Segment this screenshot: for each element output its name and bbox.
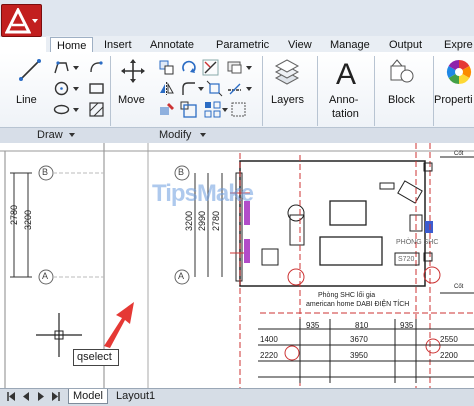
fillet-icon[interactable]	[180, 80, 197, 97]
dim-label-left: 2780	[9, 204, 20, 226]
trim-icon[interactable]	[202, 59, 219, 76]
chevron-down-icon[interactable]	[246, 66, 252, 70]
dim-value: 935	[400, 321, 414, 330]
tab-express[interactable]: Expre	[444, 37, 473, 53]
panel-separator	[262, 56, 263, 126]
array-icon[interactable]	[204, 101, 221, 118]
next-layout-icon[interactable]	[36, 391, 46, 402]
grid-bubble-label: B	[178, 167, 185, 177]
tab-view[interactable]: View	[288, 37, 312, 53]
watermark-text: TipsMake	[152, 180, 254, 207]
room-area-tag: S720	[398, 256, 415, 263]
join-icon[interactable]	[230, 101, 247, 118]
tab-parametric[interactable]: Parametric	[216, 37, 269, 53]
chevron-down-icon[interactable]	[73, 87, 79, 91]
mirror-icon[interactable]	[158, 80, 175, 97]
room-note: american home DABI ĐIỆN TÍCH	[306, 301, 410, 308]
circle-icon[interactable]	[53, 80, 70, 97]
dim-value: 2200	[440, 351, 458, 360]
annotation-text-icon[interactable]: A	[333, 58, 359, 88]
hatch-icon[interactable]	[88, 101, 105, 118]
grid-bubble-label: B	[42, 167, 49, 177]
grid-bubble-label: A	[178, 271, 185, 281]
dim-value: 1400	[260, 335, 278, 344]
tab-layout1[interactable]: Layout1	[112, 389, 159, 404]
modify-panel-label[interactable]: Modify	[159, 128, 191, 142]
panel-separator	[110, 56, 111, 126]
stretch-icon[interactable]	[158, 101, 175, 118]
previous-layout-icon[interactable]	[21, 391, 31, 402]
room-label: PHÒNG SHC	[396, 239, 439, 246]
copy-icon[interactable]	[158, 59, 175, 76]
chevron-down-icon[interactable]	[73, 108, 79, 112]
dim-label-mid: 2780	[211, 210, 222, 232]
red-arrow-icon	[104, 302, 134, 348]
dim-label-mid: 3200	[184, 210, 195, 232]
svg-text:A: A	[336, 58, 356, 88]
dim-value: 935	[306, 321, 320, 330]
chevron-down-icon[interactable]	[198, 87, 204, 91]
tab-annotate[interactable]: Annotate	[150, 37, 194, 53]
annotation-label-line2[interactable]: tation	[332, 108, 359, 120]
chevron-down-icon	[32, 19, 38, 23]
autocad-logo-icon	[5, 8, 31, 34]
ellipse-icon[interactable]	[53, 101, 70, 118]
block-button-label[interactable]: Block	[388, 94, 415, 106]
panel-separator	[374, 56, 375, 126]
dim-value: 2550	[440, 335, 458, 344]
rectangle-icon[interactable]	[88, 80, 105, 97]
dim-label-left: 3200	[23, 209, 34, 231]
rotate-icon[interactable]	[180, 59, 197, 76]
dim-value: 3670	[350, 335, 368, 344]
properties-button-label[interactable]: Properti	[434, 94, 473, 106]
line-icon[interactable]	[18, 58, 42, 82]
dim-value: 810	[355, 321, 369, 330]
scale-icon[interactable]	[180, 101, 197, 118]
layers-icon[interactable]	[272, 58, 302, 88]
command-input[interactable]: qselect	[73, 349, 119, 366]
tab-model[interactable]: Model	[68, 389, 108, 404]
annotation-label-line1[interactable]: Anno-	[329, 94, 358, 106]
chevron-down-icon[interactable]	[69, 133, 75, 137]
chevron-down-icon[interactable]	[222, 108, 228, 112]
chevron-down-icon[interactable]	[246, 87, 252, 91]
title-bar	[0, 0, 474, 37]
chevron-down-icon[interactable]	[73, 66, 79, 70]
panel-separator	[433, 56, 434, 126]
chevron-down-icon[interactable]	[200, 133, 206, 137]
room-note: Phòng SHC lối gia	[318, 292, 376, 299]
polyline-icon[interactable]	[53, 59, 70, 76]
grid-bubble-label: A	[42, 271, 49, 281]
properties-color-wheel-icon[interactable]	[445, 58, 473, 86]
erase-icon[interactable]	[226, 59, 243, 76]
offset-icon[interactable]	[226, 80, 243, 97]
move-icon[interactable]	[120, 58, 146, 84]
dim-value: 3950	[350, 351, 368, 360]
application-menu-button[interactable]	[1, 4, 42, 37]
dim-label-mid: 2990	[197, 210, 208, 232]
block-icon[interactable]	[388, 58, 416, 88]
dim-value: 2220	[260, 351, 278, 360]
level-tag: Cốt	[454, 151, 464, 157]
arc-icon[interactable]	[88, 59, 105, 76]
first-layout-icon[interactable]	[6, 391, 16, 402]
tab-home[interactable]: Home	[50, 37, 94, 53]
tab-output[interactable]: Output	[389, 37, 422, 53]
draw-panel-label[interactable]: Draw	[37, 128, 63, 142]
move-button-label[interactable]: Move	[118, 94, 145, 106]
layers-button-label[interactable]: Layers	[271, 94, 304, 106]
last-layout-icon[interactable]	[51, 391, 61, 402]
level-tag: Cốt	[454, 284, 464, 290]
line-button-label[interactable]: Line	[16, 94, 37, 106]
explode-icon[interactable]	[206, 80, 223, 97]
tab-manage[interactable]: Manage	[330, 37, 370, 53]
panel-separator	[317, 56, 318, 126]
tab-insert[interactable]: Insert	[104, 37, 132, 53]
